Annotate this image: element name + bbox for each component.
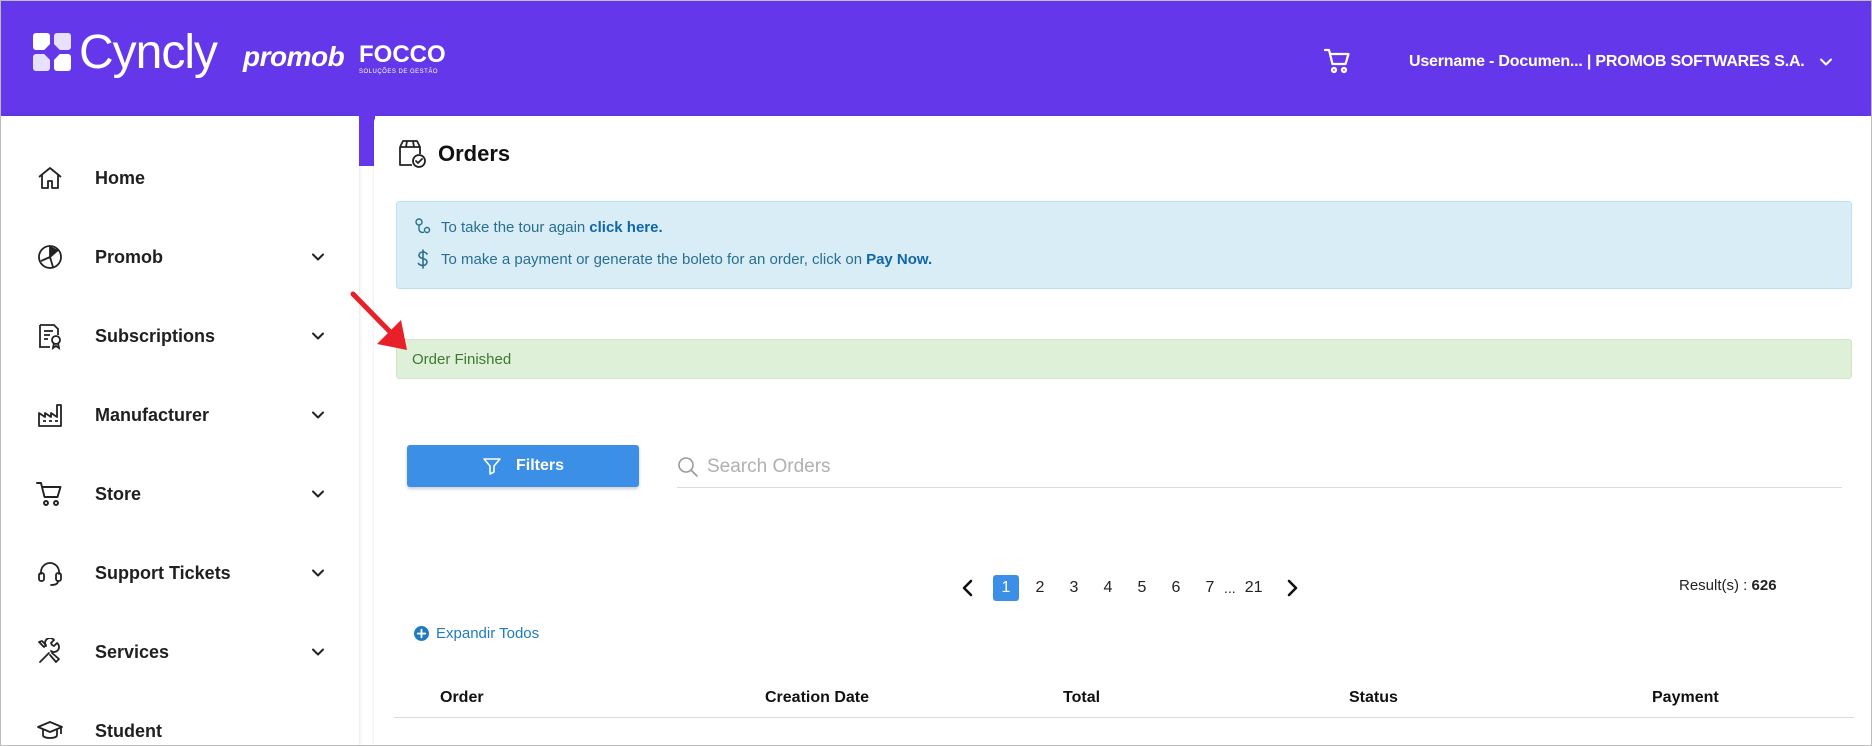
search-input[interactable] — [707, 455, 1807, 478]
cyncly-logo[interactable]: Cyncly — [33, 26, 218, 79]
promob-icon — [35, 242, 65, 272]
promob-logo: promob — [243, 41, 345, 72]
pay-now-link[interactable]: Pay Now. — [866, 251, 932, 268]
user-account-dropdown[interactable]: Username - Documen... | PROMOB SOFTWARES… — [1409, 53, 1833, 71]
sidebar-item-label: Store — [95, 483, 142, 504]
pagination-ellipsis: ... — [1224, 580, 1236, 596]
sidebar-item-label: Home — [95, 167, 146, 188]
dollar-icon — [413, 249, 433, 269]
plus-circle-icon — [414, 626, 429, 641]
chevron-left-icon — [962, 579, 973, 597]
top-header: Cyncly promob FOCCO SOLUÇÕES DE GESTÃO U… — [1, 1, 1871, 116]
column-header-order[interactable]: Order — [440, 689, 484, 707]
alert-text: Order Finished — [412, 350, 512, 368]
column-header-creation-date[interactable]: Creation Date — [765, 689, 869, 707]
focco-logo: FOCCO SOLUÇÕES DE GESTÃO — [359, 41, 446, 76]
chevron-down-icon — [312, 490, 324, 498]
sidebar-item-subscriptions[interactable]: Subscriptions — [1, 308, 359, 364]
tour-link[interactable]: click here. — [589, 219, 662, 236]
graduation-cap-icon — [35, 716, 65, 745]
results-count: Result(s) : 626 — [1679, 577, 1777, 594]
sidebar-nav: Home Promob Subscriptions Manufacturer S… — [1, 116, 359, 745]
page-7-button[interactable]: 7 — [1197, 575, 1223, 601]
column-header-payment[interactable]: Payment — [1652, 689, 1719, 707]
payment-info-row: To make a payment or generate the boleto… — [413, 249, 932, 269]
page-2-button[interactable]: 2 — [1027, 575, 1053, 601]
chevron-down-icon — [312, 411, 324, 419]
chevron-down-icon — [312, 569, 324, 577]
page-3-button[interactable]: 3 — [1061, 575, 1087, 601]
order-finished-alert: Order Finished — [396, 339, 1852, 379]
home-icon — [35, 163, 65, 193]
main-content: Orders To take the tour again click here… — [374, 116, 1871, 745]
sidebar-item-home[interactable]: Home — [1, 150, 359, 206]
orders-table-header: Order Creation Date Total Status Payment — [394, 681, 1854, 718]
cart-button[interactable] — [1323, 47, 1353, 75]
sidebar-item-label: Student — [95, 720, 162, 741]
results-value: 626 — [1751, 577, 1777, 594]
column-header-total[interactable]: Total — [1063, 689, 1100, 707]
headset-icon — [35, 558, 65, 588]
sidebar-item-services[interactable]: Services — [1, 624, 359, 680]
search-icon — [678, 456, 698, 477]
chevron-down-icon — [312, 332, 324, 340]
cart-icon — [1323, 48, 1350, 74]
prev-page-button[interactable] — [957, 577, 979, 599]
page-title: Orders — [438, 141, 511, 166]
page-header: Orders — [396, 138, 510, 170]
pagination: 1 2 3 4 5 6 7 ... 21 — [957, 575, 1303, 601]
sidebar-item-label: Support Tickets — [95, 562, 231, 583]
factory-icon — [35, 400, 65, 430]
tools-icon — [35, 637, 65, 667]
chevron-down-icon — [1819, 58, 1832, 66]
chevron-down-icon — [312, 648, 324, 656]
cart-icon — [35, 479, 65, 509]
cyncly-logo-mark-icon — [33, 33, 73, 73]
annotation-arrow-icon — [350, 291, 407, 350]
tour-info-row: To take the tour again click here. — [413, 217, 663, 237]
results-label: Result(s) : — [1679, 577, 1748, 594]
search-bar — [677, 446, 1842, 488]
user-account-label: Username - Documen... | PROMOB SOFTWARES… — [1409, 53, 1805, 70]
info-alert: To take the tour again click here. To ma… — [396, 201, 1852, 289]
sidebar-item-label: Manufacturer — [95, 404, 210, 425]
focco-logo-text: FOCCO — [359, 41, 446, 68]
filters-button-label: Filters — [515, 457, 564, 474]
expand-all-label: Expandir Todos — [436, 625, 540, 642]
tour-info-text: To take the tour again — [441, 218, 586, 236]
sidebar-item-manufacturer[interactable]: Manufacturer — [1, 387, 359, 443]
page-5-button[interactable]: 5 — [1129, 575, 1155, 601]
cyncly-logo-text: Cyncly — [79, 26, 218, 79]
payment-info-text: To make a payment or generate the boleto… — [441, 250, 863, 268]
funnel-icon — [483, 458, 501, 475]
app-window: Cyncly promob FOCCO SOLUÇÕES DE GESTÃO U… — [0, 0, 1872, 746]
header-extension — [359, 116, 375, 166]
expand-all-button[interactable]: Expandir Todos — [414, 625, 539, 642]
sidebar-item-student[interactable]: Student — [1, 703, 359, 745]
next-page-button[interactable] — [1281, 577, 1303, 599]
sidebar-item-label: Subscriptions — [95, 325, 216, 346]
chevron-right-icon — [1287, 579, 1297, 597]
page-4-button[interactable]: 4 — [1095, 575, 1121, 601]
focco-logo-tagline: SOLUÇÕES DE GESTÃO — [359, 69, 439, 75]
sidebar-item-promob[interactable]: Promob — [1, 229, 359, 285]
sidebar-item-label: Services — [95, 641, 170, 662]
page-1-button[interactable]: 1 — [993, 575, 1019, 601]
map-pin-route-icon — [413, 217, 433, 237]
sidebar-item-store[interactable]: Store — [1, 466, 359, 522]
page-21-button[interactable]: 21 — [1241, 575, 1267, 601]
column-header-status[interactable]: Status — [1349, 689, 1398, 707]
sidebar-item-label: Promob — [95, 246, 164, 267]
sidebar-item-support-tickets[interactable]: Support Tickets — [1, 545, 359, 601]
filters-button[interactable]: Filters — [407, 445, 639, 487]
subscriptions-icon — [35, 321, 65, 351]
page-6-button[interactable]: 6 — [1163, 575, 1189, 601]
orders-box-icon — [399, 140, 426, 168]
chevron-down-icon — [312, 253, 324, 261]
